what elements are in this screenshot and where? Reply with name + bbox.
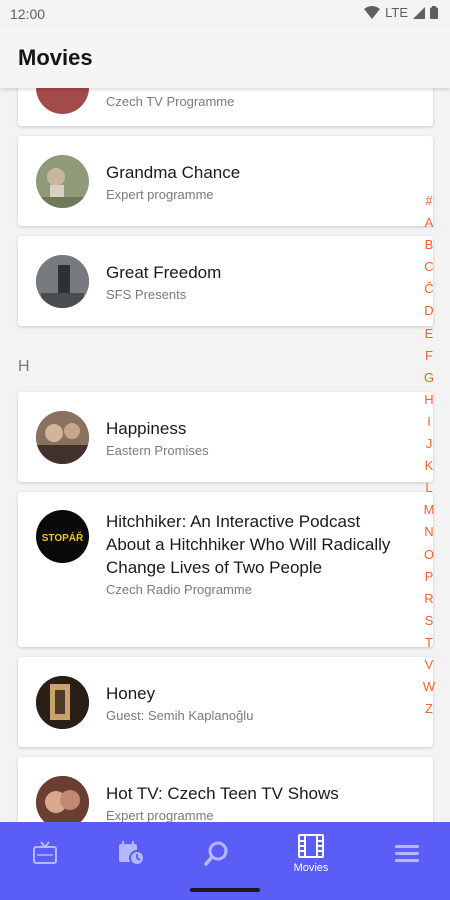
index-letter[interactable]: N <box>422 521 436 543</box>
avatar <box>36 775 89 823</box>
nav-tv[interactable] <box>0 822 90 884</box>
list-item[interactable]: Honey Guest: Semih Kaplanoğlu <box>18 657 433 747</box>
list-item[interactable]: Czech TV Programme <box>18 88 433 126</box>
index-letter[interactable]: J <box>422 433 436 455</box>
item-title: Hitchhiker: An Interactive Podcast About… <box>106 512 391 577</box>
status-time: 12:00 <box>10 6 46 22</box>
index-letter[interactable]: H <box>422 389 436 411</box>
search-icon <box>203 839 231 867</box>
index-letter[interactable]: L <box>422 477 436 499</box>
item-subtitle: SFS Presents <box>106 286 187 302</box>
index-letter[interactable]: W <box>422 676 436 698</box>
nav-search[interactable] <box>172 822 262 884</box>
index-letter[interactable]: S <box>422 610 436 632</box>
item-subtitle: Czech TV Programme <box>106 93 235 109</box>
menu-icon <box>393 839 421 867</box>
avatar: STOPÁŘ <box>36 510 89 563</box>
network-type: LTE <box>385 5 408 20</box>
home-indicator[interactable] <box>190 888 260 892</box>
nav-schedule[interactable] <box>86 822 176 884</box>
film-icon <box>297 832 325 860</box>
signal-icon <box>413 6 425 19</box>
item-title: Grandma Chance <box>106 162 241 182</box>
index-letter[interactable]: # <box>422 190 436 212</box>
nav-movies[interactable]: Movies <box>266 822 356 884</box>
nav-label-movies: Movies <box>293 862 329 874</box>
item-subtitle: Expert programme <box>106 186 214 202</box>
page-title: Movies <box>18 45 93 70</box>
index-letter[interactable]: O <box>422 544 436 566</box>
index-letter[interactable]: P <box>422 566 436 588</box>
item-title: Great Freedom <box>106 262 222 282</box>
nav-menu[interactable] <box>362 822 450 884</box>
avatar-logo-text: STOPÁŘ <box>42 531 84 544</box>
item-subtitle: Expert programme <box>106 807 214 823</box>
avatar <box>36 675 89 729</box>
list-item[interactable]: Great Freedom SFS Presents <box>18 236 433 326</box>
avatar <box>36 254 89 308</box>
battery-icon <box>430 6 438 19</box>
tv-icon <box>31 839 59 867</box>
item-subtitle: Guest: Semih Kaplanoğlu <box>106 707 254 723</box>
item-subtitle: Czech Radio Programme <box>106 582 252 597</box>
app-bar: Movies <box>0 28 450 88</box>
item-title: Honey <box>106 683 156 703</box>
index-letter[interactable]: B <box>422 234 436 256</box>
status-bar: 12:00 LTE <box>0 0 450 28</box>
index-letter[interactable]: M <box>422 499 436 521</box>
index-letter[interactable]: R <box>422 588 436 610</box>
avatar <box>36 410 89 464</box>
index-letter[interactable]: G <box>422 367 436 389</box>
index-letter[interactable]: Č <box>422 278 436 300</box>
list-item[interactable]: Happiness Eastern Promises <box>18 392 433 482</box>
alphabet-index[interactable]: # A B C Č D E F G H I J K L M N O P R S … <box>422 190 436 720</box>
index-letter[interactable]: F <box>422 345 436 367</box>
avatar <box>36 88 89 114</box>
movie-list[interactable]: Czech TV Programme Grandma Chance Expert… <box>0 88 450 823</box>
item-title: Happiness <box>106 418 187 438</box>
index-letter[interactable]: V <box>422 654 436 676</box>
list-item[interactable]: Grandma Chance Expert programme <box>18 136 433 226</box>
section-letter: H <box>18 358 30 375</box>
index-letter[interactable]: C <box>422 256 436 278</box>
avatar <box>36 154 89 208</box>
index-letter[interactable]: D <box>422 300 436 322</box>
index-letter[interactable]: I <box>422 411 436 433</box>
status-icons: LTE <box>364 5 438 20</box>
index-letter[interactable]: Z <box>422 698 436 720</box>
index-letter[interactable]: T <box>422 632 436 654</box>
index-letter[interactable]: A <box>422 212 436 234</box>
index-letter[interactable]: E <box>422 323 436 345</box>
wifi-icon <box>364 6 381 19</box>
index-letter[interactable]: K <box>422 455 436 477</box>
list-item[interactable]: Hot TV: Czech Teen TV Shows Expert progr… <box>18 757 433 823</box>
section-header: H <box>0 336 450 392</box>
calendar-clock-icon <box>117 839 145 867</box>
list-item[interactable]: STOPÁŘ Hitchhiker: An Interactive Podcas… <box>18 492 433 647</box>
item-title: Hot TV: Czech Teen TV Shows <box>106 783 339 803</box>
item-subtitle: Eastern Promises <box>106 442 209 458</box>
